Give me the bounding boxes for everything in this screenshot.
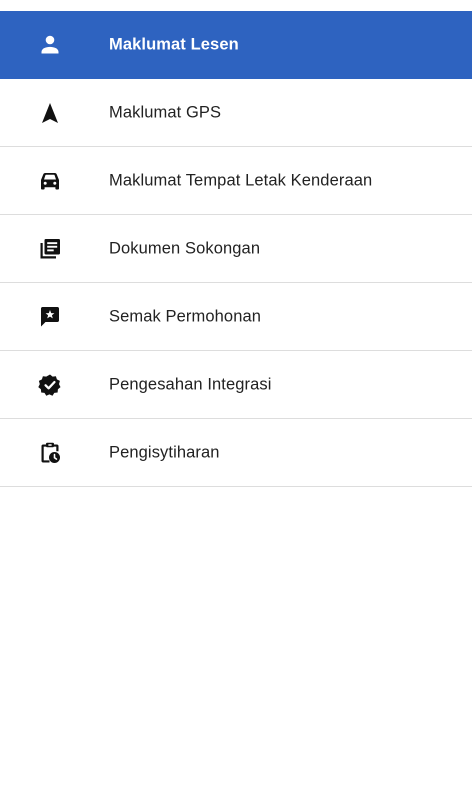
sidebar-item-label: Maklumat Lesen: [109, 35, 239, 53]
verified-badge-icon: [38, 373, 62, 397]
sidebar-item-maklumat-gps[interactable]: Maklumat GPS: [0, 79, 472, 147]
sidebar-item-label: Pengesahan Integrasi: [109, 375, 272, 393]
sidebar-item-dokumen-sokongan[interactable]: Dokumen Sokongan: [0, 215, 472, 283]
sidebar-item-label: Semak Permohonan: [109, 307, 262, 325]
sidebar-nav: Maklumat Lesen Maklumat GPS Maklumat Tem…: [0, 11, 472, 487]
sidebar-item-pengesahan-integrasi[interactable]: Pengesahan Integrasi: [0, 351, 472, 419]
car-icon: [38, 169, 62, 193]
sidebar-item-label: Maklumat Tempat Letak Kenderaan: [109, 171, 373, 189]
sidebar-item-maklumat-tempat-letak-kenderaan[interactable]: Maklumat Tempat Letak Kenderaan: [0, 147, 472, 215]
sidebar-item-label: Pengisytiharan: [109, 443, 220, 461]
clipboard-clock-icon: [38, 441, 62, 465]
navigation-arrow-icon: [38, 101, 62, 125]
documents-icon: [38, 237, 62, 261]
sidebar-item-semak-permohonan[interactable]: Semak Permohonan: [0, 283, 472, 351]
sidebar-item-pengisytiharan[interactable]: Pengisytiharan: [0, 419, 472, 487]
review-comment-icon: [38, 305, 62, 329]
sidebar-item-maklumat-lesen[interactable]: Maklumat Lesen: [0, 11, 472, 79]
sidebar-item-label: Dokumen Sokongan: [109, 239, 261, 257]
user-icon: [38, 33, 62, 57]
sidebar-item-label: Maklumat GPS: [109, 103, 222, 121]
